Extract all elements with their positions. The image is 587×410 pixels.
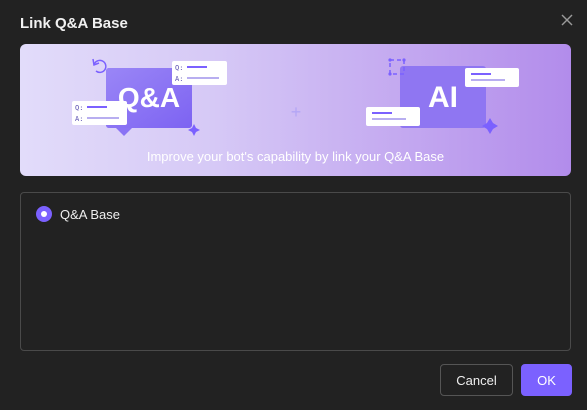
qa-card-q-prefix-2: Q: <box>75 104 83 112</box>
banner-caption: Improve your bot's capability by link yo… <box>146 149 445 164</box>
ai-card-top <box>465 68 519 87</box>
ai-screen-label: AI <box>428 81 458 114</box>
radio-dot <box>41 211 47 217</box>
qa-base-option[interactable]: Q&A Base <box>36 206 120 222</box>
qa-card-top: Q: A: <box>172 61 227 85</box>
qa-card-bottom: Q: A: <box>72 101 127 125</box>
cancel-button[interactable]: Cancel <box>440 364 513 396</box>
ok-button[interactable]: OK <box>521 364 572 396</box>
qa-screen-label: Q&A <box>118 82 180 113</box>
qa-card-a-prefix-2: A: <box>75 115 83 123</box>
radio-selected-icon[interactable] <box>36 206 52 222</box>
refresh-icon <box>92 58 107 74</box>
banner: Q&A Q: A: Q: A: + AI Improve your bot's … <box>20 44 571 176</box>
close-icon[interactable] <box>557 10 577 30</box>
plus-icon: + <box>291 102 302 122</box>
qa-base-option-label: Q&A Base <box>60 206 120 222</box>
qa-card-q-prefix: Q: <box>175 64 183 72</box>
qa-base-list-panel: Q&A Base <box>20 192 571 351</box>
dialog-title: Link Q&A Base <box>20 15 128 32</box>
qa-card-a-prefix: A: <box>175 75 183 83</box>
ai-card-bottom <box>366 107 420 126</box>
link-qa-base-dialog: Link Q&A Base Q&A Q: A: Q: A: + AI Impro… <box>0 0 587 410</box>
